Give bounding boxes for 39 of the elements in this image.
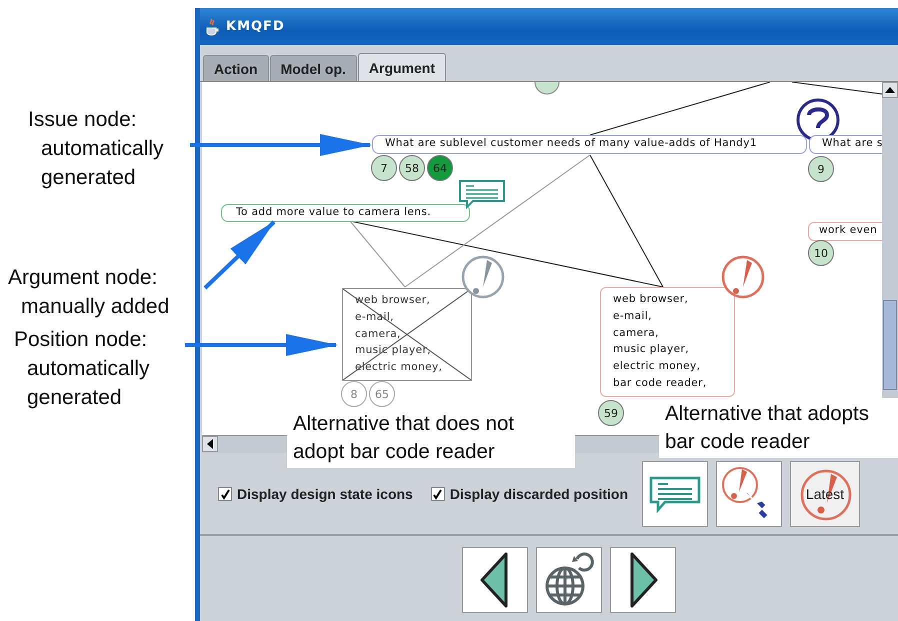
tab[interactable]: Action [203, 55, 269, 81]
back-button[interactable] [462, 547, 528, 613]
graph-node[interactable]: What are sublevel customer needs of many value-adds of Handy1 [372, 135, 807, 154]
pointer-arrow [204, 220, 276, 290]
graph-node[interactable]: What are s [809, 135, 882, 154]
scroll-left-icon[interactable] [202, 436, 218, 452]
tab[interactable]: Argument [358, 53, 446, 81]
count-badge: 10 [808, 240, 834, 266]
scroll-thumb[interactable] [883, 300, 897, 390]
count-badge: 64 [427, 155, 453, 181]
pointer-button[interactable] [716, 461, 782, 527]
checkbox[interactable] [430, 487, 445, 501]
graph-node[interactable]: work even [808, 222, 882, 241]
checkbox[interactable] [218, 487, 232, 501]
count-badge: 8 [341, 381, 367, 407]
count-badge: 59 [598, 400, 624, 426]
tab[interactable]: Model op. [270, 55, 357, 81]
annotation-label: Position node: automatically generated [14, 327, 150, 411]
forward-button[interactable] [610, 547, 676, 613]
checkbox-label[interactable]: Display design state icons [237, 486, 413, 502]
scroll-up-icon[interactable] [882, 82, 898, 98]
comment-icon [457, 179, 507, 209]
comment-icon [648, 475, 702, 513]
cup-icon [204, 18, 220, 36]
count-badge: 65 [369, 381, 395, 407]
window-title: KMQFD [226, 19, 285, 34]
globe-button[interactable] [536, 547, 602, 613]
count-badge: 9 [808, 156, 834, 182]
comment-button[interactable] [642, 461, 708, 527]
exclamation-icon [460, 254, 506, 300]
exclamation-icon [720, 254, 766, 300]
count-badge: 58 [399, 155, 425, 181]
count-badge: 7 [371, 155, 397, 181]
graph-node[interactable]: web browser, e-mail, camera, music player, electric money, bar code reader, [600, 287, 735, 397]
graph-node[interactable]: To add more value to camera lens. [221, 204, 470, 222]
checkbox-label[interactable]: Display discarded position [450, 486, 628, 502]
annotation-label: Issue node: automatically generated [28, 107, 164, 191]
callout-label: Alternative that adopts bar code reader [659, 398, 898, 458]
annotation-label: Argument node: manually added [8, 265, 170, 320]
